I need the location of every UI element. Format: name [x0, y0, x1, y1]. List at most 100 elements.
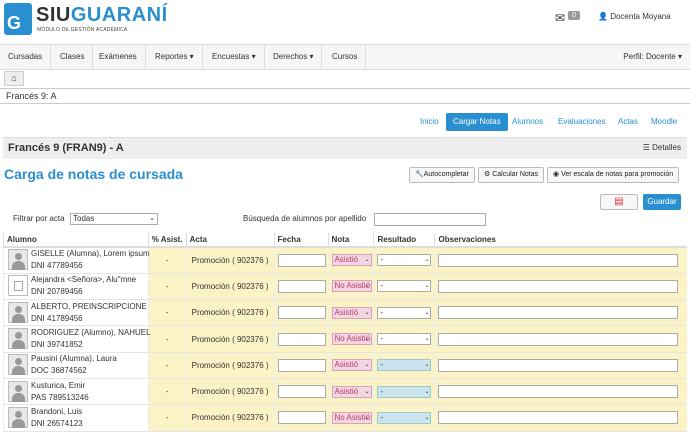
avatar [8, 301, 28, 323]
logo-icon[interactable]: G [4, 3, 32, 35]
calcular-notas-button[interactable]: ⚙ Calcular Notas [478, 167, 545, 183]
nav-item-cursos[interactable]: Cursos [324, 45, 367, 69]
resultado-select[interactable]: - ⌄ [377, 254, 432, 267]
student-name: Kusturica, Emir [31, 380, 86, 390]
nota-select[interactable]: No Asistió ⌄ [331, 333, 372, 346]
acta-value: Promoción ( 902376 ) [185, 325, 275, 353]
chevron-down-icon: ⌄ [364, 336, 370, 343]
chevron-down-icon: ⌄ [364, 257, 370, 264]
subject-title: Francés 9 (FRAN9) - A [8, 142, 124, 154]
chevron-down-icon: ⌄ [364, 283, 370, 290]
chevron-down-icon: ⌄ [364, 362, 370, 369]
fecha-input[interactable] [277, 279, 326, 293]
observaciones-input[interactable] [438, 279, 679, 293]
asist-value: - [147, 273, 187, 301]
search-input[interactable] [374, 213, 486, 226]
resultado-select[interactable]: - ⌄ [377, 411, 432, 424]
col-alumno[interactable]: Alumno [3, 233, 149, 248]
app-header: G SIUGUARANÍ MÓDULO DE GESTIÓN ACADÉMICA… [0, 0, 690, 44]
user-menu[interactable]: 👤 Docenta Moyana [598, 12, 671, 21]
resultado-select[interactable]: - ⌄ [377, 333, 432, 346]
nota-select[interactable]: Asistió ⌄ [331, 359, 372, 372]
fecha-input[interactable] [277, 332, 326, 346]
student-name: GISELLE (Alumna), Lorem ipsum dolor [31, 249, 151, 259]
fecha-input[interactable] [277, 253, 326, 267]
fecha-input[interactable] [277, 358, 326, 372]
fecha-input[interactable] [277, 306, 326, 320]
details-toggle[interactable]: ☰ Detalles [643, 143, 681, 152]
col-fecha[interactable]: Fecha [273, 233, 328, 248]
autocompletar-button[interactable]: 🔧Autocompletar [409, 167, 475, 183]
student-name: Alejandra <Señora>, Alu"mne [31, 275, 137, 285]
resultado-select[interactable]: - ⌄ [377, 280, 432, 293]
save-button[interactable]: Guardar [643, 194, 681, 210]
observaciones-input[interactable] [438, 385, 679, 399]
pdf-icon: ▤ [614, 196, 624, 207]
resultado-select[interactable]: - ⌄ [377, 359, 432, 372]
nav-item-examenes[interactable]: Exámenes [91, 45, 146, 69]
tab-evaluaciones[interactable]: Evaluaciones [554, 113, 610, 131]
observaciones-input[interactable] [438, 332, 679, 346]
asist-value: - [147, 404, 187, 432]
profile-selector[interactable]: Perfil: Docente ▾ [623, 45, 682, 69]
page-title: Carga de notas de cursada [4, 166, 183, 182]
observaciones-input[interactable] [438, 358, 679, 372]
nav-item-reportes[interactable]: Reportes ▾ [147, 45, 203, 69]
chevron-down-icon: ⌄ [424, 257, 430, 264]
col-acta[interactable]: Acta [185, 233, 275, 248]
tab-inicio[interactable]: Inicio [416, 113, 443, 131]
table-row: Kusturica, Emir PAS 789513246 - Promoción… [3, 378, 687, 406]
fecha-input[interactable] [277, 411, 326, 425]
observaciones-input[interactable] [438, 306, 679, 320]
tab-cargar-notas[interactable]: Cargar Notas [446, 113, 508, 131]
nota-select[interactable]: Asistió ⌄ [331, 385, 372, 398]
fecha-input[interactable] [277, 385, 326, 399]
table-row: Alejandra <Señora>, Alu"mne DNI 20789456 … [3, 273, 687, 301]
chevron-down-icon: ⌄ [424, 388, 430, 395]
chevron-down-icon: ⌄ [364, 309, 370, 316]
nav-item-encuestas[interactable]: Encuestas ▾ [204, 45, 265, 69]
tab-actas[interactable]: Actas [614, 113, 642, 131]
nota-select[interactable]: No Asistió ⌄ [331, 411, 372, 424]
acta-value: Promoción ( 902376 ) [185, 352, 275, 379]
tab-alumnos[interactable]: Alumnos [508, 113, 547, 131]
home-icon[interactable]: ⌂ [4, 71, 24, 86]
acta-filter-select[interactable]: Todas ⌄ [70, 213, 158, 225]
ver-escala-button[interactable]: ◉ Ver escala de notas para promoción [547, 167, 680, 183]
student-doc: DNI 47789456 [31, 261, 83, 271]
table-row: Brandoni, Luis DNI 26574123 - Promoción (… [3, 404, 687, 432]
nav-item-clases[interactable]: Clases [52, 45, 94, 69]
resultado-select[interactable]: - ⌄ [377, 385, 432, 398]
search-label: Búsqueda de alumnos por apellido [243, 214, 367, 223]
student-name: Brandoni, Luis [31, 406, 83, 416]
student-name: Pausini (Alumna), Laura [31, 354, 117, 364]
observaciones-input[interactable] [438, 253, 679, 267]
mail-count-badge[interactable]: 0 [568, 11, 580, 20]
nav-item-cursadas[interactable]: Cursadas [0, 45, 52, 69]
col-observaciones[interactable]: Observaciones [434, 233, 687, 248]
avatar [8, 354, 28, 376]
student-doc: DNI 26574123 [31, 418, 83, 428]
observaciones-input[interactable] [438, 411, 679, 425]
pdf-export-button[interactable]: ▤ [600, 194, 638, 210]
acta-value: Promoción ( 902376 ) [185, 378, 275, 406]
acta-value: Promoción ( 902376 ) [185, 273, 275, 301]
col-asist[interactable]: % Asist. [147, 233, 187, 248]
list-icon: ☰ [642, 143, 650, 152]
chevron-down-icon: ⌄ [364, 388, 370, 395]
student-doc: DNI 20789456 [31, 287, 83, 297]
nota-select[interactable]: Asistió ⌄ [331, 306, 372, 319]
resultado-select[interactable]: - ⌄ [377, 306, 432, 319]
avatar [8, 275, 28, 297]
acta-value: Promoción ( 902376 ) [185, 404, 275, 432]
nav-item-derechos[interactable]: Derechos ▾ [265, 45, 323, 69]
avatar [8, 249, 28, 271]
col-nota[interactable]: Nota [327, 233, 374, 248]
envelope-icon[interactable]: ✉ [555, 11, 565, 25]
tab-moodle[interactable]: Moodle [647, 113, 681, 131]
table-row: RODRIGUEZ (Alumno), NAHUEL DNI 39741852 -… [3, 325, 687, 353]
wrench-icon: 🔧 [415, 171, 424, 178]
nota-select[interactable]: Asistió ⌄ [331, 254, 372, 267]
col-resultado[interactable]: Resultado [373, 233, 435, 248]
nota-select[interactable]: No Asistió ⌄ [331, 280, 372, 293]
